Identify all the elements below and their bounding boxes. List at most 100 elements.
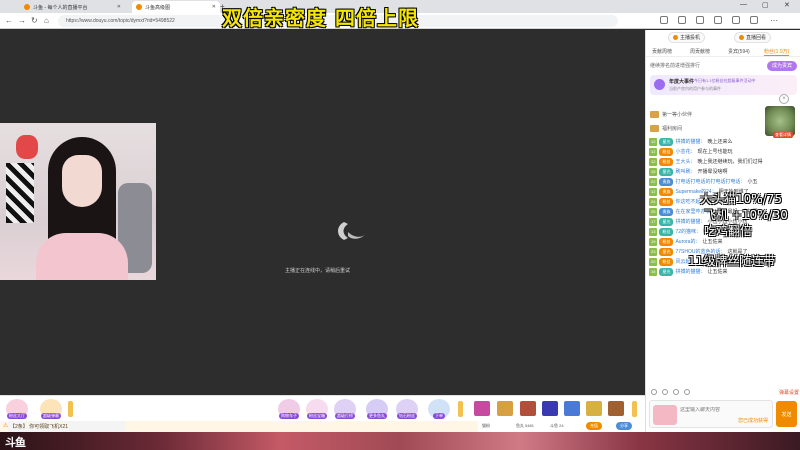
fan-badge[interactable]: 星光 xyxy=(659,248,674,256)
chat-text: 让五佐来 xyxy=(702,239,723,245)
chat-username[interactable]: 刷叫刷： xyxy=(675,169,695,175)
split-screen-icon[interactable] xyxy=(696,16,704,24)
chat-message[interactable]: 12 粉丝 王大头： 晚上我还继续玩，我们们过得 xyxy=(649,158,799,166)
gift-item[interactable] xyxy=(608,401,624,416)
gift-fan-box[interactable]: 粉丝宝箱 xyxy=(306,399,328,419)
danmu-settings[interactable]: 弹幕设置 xyxy=(779,389,799,396)
gift-cart[interactable]: 购物车子 xyxy=(278,399,300,419)
chat-input[interactable] xyxy=(680,407,760,413)
fan-badge[interactable]: 星光 xyxy=(659,168,674,176)
fan-badge[interactable]: 贵族 xyxy=(659,208,674,216)
collections-icon[interactable] xyxy=(714,16,722,24)
chat-toolbar: 弹幕设置 xyxy=(646,388,800,398)
chat-message[interactable]: 15 星光 刷叫刷： 开播晕没啥啊 xyxy=(649,168,799,176)
chat-message[interactable]: 12 星光 拼搏的猫猫： 晚上还来么 xyxy=(649,138,799,146)
chat-username[interactable]: 拼搏的猫猫： xyxy=(675,139,705,145)
chat-message[interactable]: 16 星光 拼搏的猫猫： 让五佐来 xyxy=(649,268,799,276)
tab-fans[interactable]: 粉丝(1.9万) xyxy=(764,48,790,56)
noble-row[interactable]: 福利房间 xyxy=(650,122,682,134)
profile-icon[interactable] xyxy=(732,16,740,24)
gift-order[interactable]: 下单 xyxy=(428,399,450,419)
settings-icon[interactable] xyxy=(673,389,679,395)
chat-input-area[interactable]: 您已成功获得 xyxy=(649,400,773,428)
noble-row[interactable]: 第一等小伙伴 xyxy=(650,108,692,120)
gift-icon[interactable] xyxy=(662,389,668,395)
downloads-icon[interactable] xyxy=(750,16,758,24)
chat-username[interactable]: 拼搏的猫猫： xyxy=(675,219,705,225)
gift-more-fish[interactable]: 更多鱼丸 xyxy=(366,399,388,419)
gift-item[interactable] xyxy=(474,401,490,416)
streamer-face xyxy=(62,155,102,207)
extension-icon[interactable] xyxy=(660,16,668,24)
chat-username[interactable]: 王大头： xyxy=(675,159,695,165)
gift-item[interactable] xyxy=(564,401,580,416)
chat-message[interactable]: 19 粉丝 Aurora的： 让五佐来 xyxy=(649,238,799,246)
fan-badge[interactable]: 粉丝 xyxy=(659,198,674,206)
favorites-icon[interactable] xyxy=(678,16,686,24)
fan-badge[interactable]: 粉丝 xyxy=(659,258,674,266)
fan-badge[interactable]: 粉丝 xyxy=(659,238,674,246)
fan-badge[interactable]: 粉丝 xyxy=(659,148,674,156)
gift-fan-hall[interactable]: 粉丝大厅 xyxy=(6,399,28,419)
gift-scroll-arrow[interactable] xyxy=(632,401,637,417)
emoji-icon[interactable] xyxy=(651,389,657,395)
chat-username[interactable]: 小芸花： xyxy=(675,149,695,155)
fan-badge[interactable]: 粉丝 xyxy=(659,158,674,166)
fan-badge[interactable]: 星光 xyxy=(659,218,674,226)
become-vip-button[interactable]: 成为贵宾 xyxy=(766,61,797,71)
forward-icon[interactable]: → xyxy=(18,16,26,25)
minimize-icon[interactable]: — xyxy=(740,1,747,8)
fan-badge[interactable]: 星光 xyxy=(659,138,674,146)
promo-line: 11级牌丝随连带 xyxy=(688,254,776,268)
user-level-badge: 17 xyxy=(649,218,658,226)
chat-username[interactable]: Aurora的： xyxy=(675,239,700,245)
tab-weekly-contribution[interactable]: 贡献周榜 xyxy=(652,48,672,55)
close-window-icon[interactable]: ✕ xyxy=(784,1,790,9)
close-tab-icon[interactable]: ✕ xyxy=(117,4,121,10)
chat-message[interactable]: 22 贵族 打电话打电话的打电话打电话： 小五 xyxy=(649,178,799,186)
gift-super-rank[interactable]: 超级打榜 xyxy=(334,399,356,419)
chat-username[interactable]: 打电话打电话的打电话打电话： xyxy=(675,179,745,185)
gift-diamond-fan[interactable]: 钻石粉丝 xyxy=(396,399,418,419)
home-icon[interactable]: ⌂ xyxy=(44,16,49,25)
tab-week-contribution[interactable]: 周贡献榜 xyxy=(690,48,710,55)
chat-message[interactable]: 12 粉丝 小芸花： 现在上号也能玩 xyxy=(649,148,799,156)
anchor-button[interactable]: 主播投机 xyxy=(668,32,706,43)
close-tab-icon[interactable]: ✕ xyxy=(212,4,216,10)
send-button[interactable]: 发送 xyxy=(776,401,797,427)
fan-badge[interactable]: 星光 xyxy=(659,268,674,276)
fan-badge[interactable]: 贵族 xyxy=(659,188,674,196)
tab-vip[interactable]: 贵宾(594) xyxy=(728,48,750,55)
gift-item[interactable] xyxy=(586,401,602,416)
video-player[interactable]: 主播正在连线中，请稍后重试 xyxy=(0,30,645,395)
recharge-button[interactable]: 充值 xyxy=(586,422,602,430)
close-icon[interactable]: × xyxy=(779,94,789,104)
fan-badge[interactable]: 粉丝 xyxy=(659,228,674,236)
annual-event-banner[interactable]: 年度大事件 今日有1.1亿粉丝在超级事件活动中 当前产房内的用户参与的事件 xyxy=(650,75,797,95)
share-button[interactable]: 分享 xyxy=(616,422,632,430)
user-level-badge: 12 xyxy=(649,158,658,166)
browser-tab-active[interactable]: 斗鱼高级图 ✕ xyxy=(132,1,220,13)
chat-text: 开播晕没啥啊 xyxy=(697,169,728,175)
replay-button[interactable]: 直播回看 xyxy=(734,32,772,43)
back-icon[interactable]: ← xyxy=(5,16,13,25)
gift-divider xyxy=(458,401,463,417)
promo-line: 大头猫10%/75 xyxy=(700,192,782,206)
event-icon xyxy=(654,79,665,90)
chat-username[interactable]: 拼搏的猫猫： xyxy=(675,269,705,275)
gift-item[interactable] xyxy=(520,401,536,416)
account-info-row: 猫粉 鱼丸 5481 斗鱼 24 充值 分享 xyxy=(478,421,645,432)
chat-username[interactable]: 72的猫咪： xyxy=(675,229,701,235)
fan-badge[interactable]: 贵族 xyxy=(659,178,674,186)
more-menu-icon[interactable]: ⋯ xyxy=(770,16,778,25)
lock-icon[interactable] xyxy=(684,389,690,395)
gift-item[interactable] xyxy=(542,401,558,416)
event-sub: 当前产房内的用户参与的事件 xyxy=(669,86,721,91)
rank-text: 继续排名前进增强排行 xyxy=(650,63,701,69)
user-level-badge: 22 xyxy=(649,178,658,186)
maximize-icon[interactable]: ▢ xyxy=(762,1,769,9)
gift-item[interactable] xyxy=(497,401,513,416)
gift-super-danmu[interactable]: 超级弹幕 xyxy=(40,399,62,419)
reload-icon[interactable]: ↻ xyxy=(31,16,38,25)
browser-tab[interactable]: 斗鱼 - 每个人的直播平台 ✕ xyxy=(20,1,125,13)
